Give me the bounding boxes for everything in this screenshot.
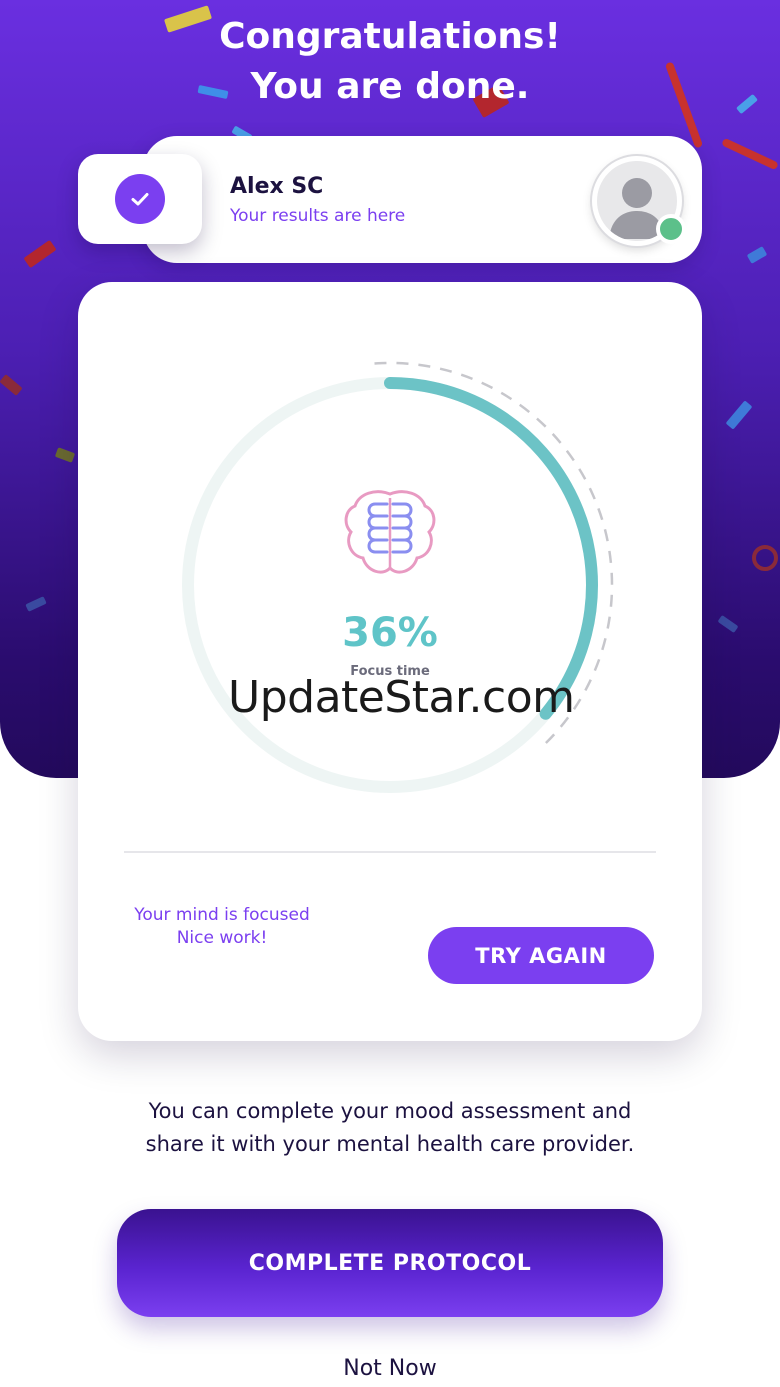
- check-icon: [115, 174, 165, 224]
- focus-gauge: [182, 361, 614, 793]
- online-status-indicator: [656, 214, 686, 244]
- result-message-line-1: Your mind is focused: [134, 905, 310, 925]
- try-again-button[interactable]: TRY AGAIN: [428, 927, 654, 984]
- confetti: [717, 614, 739, 634]
- watermark: UpdateStar.com: [228, 672, 575, 723]
- confetti: [721, 137, 779, 171]
- confetti: [752, 545, 778, 571]
- user-name: Alex SC: [230, 174, 324, 199]
- confetti: [25, 596, 47, 612]
- confetti: [23, 239, 57, 269]
- complete-protocol-button[interactable]: COMPLETE PROTOCOL: [117, 1209, 663, 1317]
- page-title: Congratulations! You are done.: [0, 12, 780, 112]
- result-message: Your mind is focused Nice work!: [110, 904, 334, 950]
- user-subtitle: Your results are here: [230, 206, 406, 226]
- result-message-line-2: Nice work!: [176, 928, 268, 948]
- not-now-link[interactable]: Not Now: [290, 1356, 490, 1381]
- confetti: [725, 400, 753, 430]
- focus-percentage: 36%: [342, 610, 438, 656]
- title-line-2: You are done.: [250, 66, 530, 107]
- completion-badge: [78, 154, 202, 244]
- info-text-line-1: You can complete your mood assessment an…: [148, 1099, 632, 1123]
- divider: [124, 851, 656, 853]
- info-text: You can complete your mood assessment an…: [60, 1095, 720, 1161]
- info-text-line-2: share it with your mental health care pr…: [145, 1132, 635, 1156]
- confetti: [54, 447, 76, 463]
- brain-icon: [344, 490, 436, 574]
- confetti: [0, 374, 23, 396]
- confetti: [746, 246, 768, 264]
- title-line-1: Congratulations!: [219, 16, 561, 57]
